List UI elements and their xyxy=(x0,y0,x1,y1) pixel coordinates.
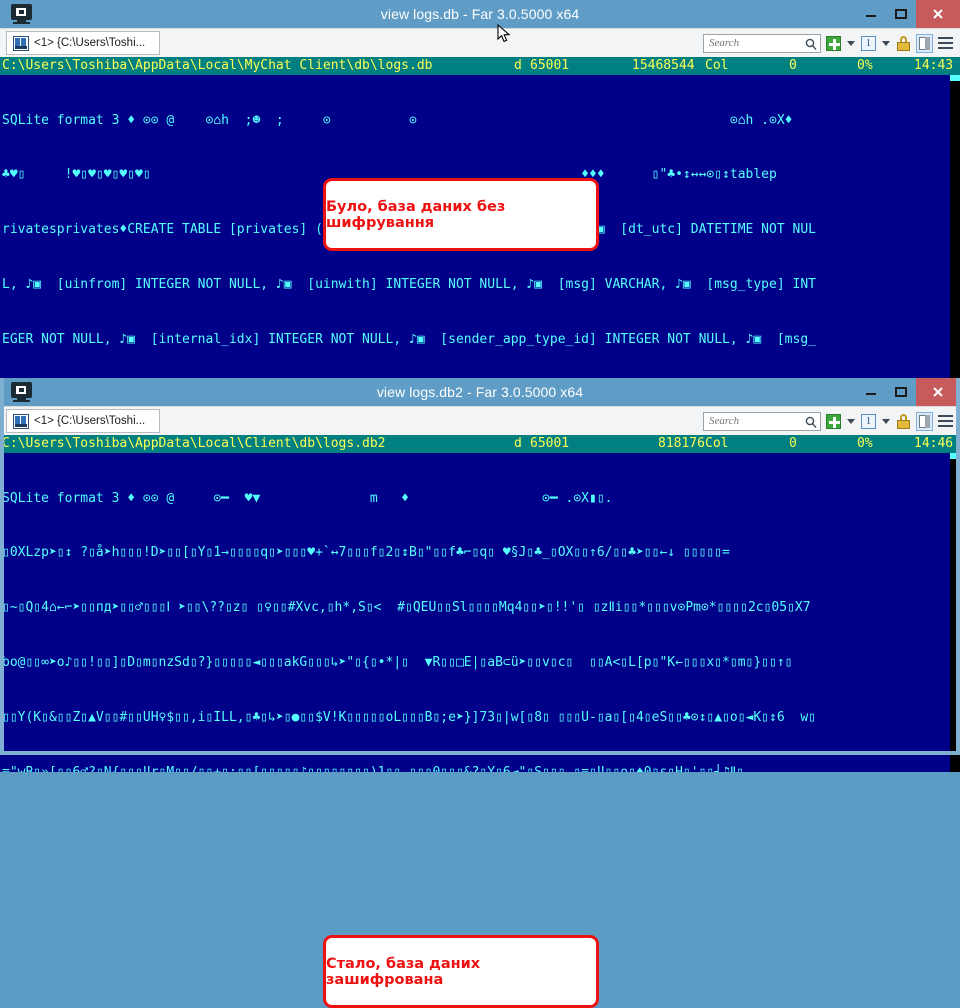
lock-button[interactable] xyxy=(895,413,912,430)
far-window-logs-db2: view logs.db2 - Far 3.0.5000 x64 <1> {C:… xyxy=(0,378,960,755)
viewer-line: bo@▯▯∞➤o♪▯▯!▯▯]▯D▯m▯nzSd▯?}▯▯▯▯▯◄▯▯▯akG▯… xyxy=(2,654,960,672)
magnifier-icon xyxy=(805,416,817,434)
window-right-edge xyxy=(956,378,960,755)
plus-icon xyxy=(826,36,841,51)
status-file-path: C:\Users\Toshiba\AppData\Local\MyChat Cl… xyxy=(2,57,432,75)
view-number-button[interactable]: 1 xyxy=(860,413,877,430)
maximize-button[interactable] xyxy=(886,378,916,406)
status-percent: 0% xyxy=(857,435,873,453)
minimize-button[interactable] xyxy=(856,0,886,28)
status-col-label: Col xyxy=(705,57,728,75)
add-button[interactable] xyxy=(825,413,842,430)
window-title: view logs.db - Far 3.0.5000 x64 xyxy=(0,6,960,22)
viewer-line: EGER NOT NULL, ♪▣ [internal_idx] INTEGER… xyxy=(2,331,960,349)
close-button[interactable] xyxy=(916,0,960,28)
lock-icon xyxy=(897,414,910,429)
window-titlebar: view logs.db2 - Far 3.0.5000 x64 xyxy=(0,378,960,406)
window-controls xyxy=(856,378,960,406)
viewer-line: ▯~▯Q▯4⌂←⌐➤▯▯пд➤▯▯♂▯▯▯Ⅰ ➤▯▯\??▯z▯ ▯♀▯▯#Xv… xyxy=(2,599,960,617)
status-col-value: 0 xyxy=(789,57,797,75)
menu-button[interactable] xyxy=(937,35,954,52)
lock-button[interactable] xyxy=(895,35,912,52)
search-input[interactable] xyxy=(707,36,807,50)
panel-layout-icon xyxy=(916,34,933,53)
far-manager-icon xyxy=(11,4,32,24)
viewer-line: SQLite format 3 ♦ ⊙⊙ @ ⊙⌂h ;☻ ; ⊙ ⊙ ⊙⌂h … xyxy=(2,112,960,130)
annotation-callout-encrypted: Стало, база даних зашифрована xyxy=(323,935,599,1008)
status-col-value: 0 xyxy=(789,435,797,453)
viewer-line: ▯0XLzp➤▯↕ ?▯å➤h▯▯▯!D➤▯▯[▯Y▯1→▯▯▯▯q▯➤▯▯▯♥… xyxy=(2,544,960,562)
magnifier-icon xyxy=(805,38,817,56)
menu-button[interactable] xyxy=(937,413,954,430)
status-file-size: 15468544 xyxy=(632,57,695,75)
panels-icon xyxy=(13,414,29,429)
viewer-toolbar: <1> {C:\Users\Toshi... 1 xyxy=(0,28,960,57)
plus-icon xyxy=(826,414,841,429)
search-box[interactable] xyxy=(703,412,821,431)
panel-layout-button[interactable] xyxy=(916,35,933,52)
panel-layout-icon xyxy=(916,412,933,431)
close-button[interactable] xyxy=(916,378,960,406)
viewer-text-rows: SQLite format 3 ♦ ⊙⊙ @ ⊙━ ♥▼ m ♦ ⊙━ .⊙X▮… xyxy=(0,453,960,772)
annotation-text: Було, база даних без шифрування xyxy=(326,199,596,231)
status-percent: 0% xyxy=(857,57,873,75)
viewer-toolbar: <1> {C:\Users\Toshi... 1 xyxy=(0,406,960,435)
window-titlebar: view logs.db - Far 3.0.5000 x64 xyxy=(0,0,960,28)
viewer-status-line: C:\Users\Toshiba\AppData\Local\MyChat Cl… xyxy=(0,57,960,75)
window-left-edge xyxy=(0,378,4,755)
viewer-content-area[interactable]: SQLite format 3 ♦ ⊙⊙ @ ⊙━ ♥▼ m ♦ ⊙━ .⊙X▮… xyxy=(0,453,960,772)
viewer-line: SQLite format 3 ♦ ⊙⊙ @ ⊙━ ♥▼ m ♦ ⊙━ .⊙X▮… xyxy=(2,490,960,508)
view-number-label: 1 xyxy=(861,414,876,429)
view-dropdown-chevron-down-icon[interactable] xyxy=(882,41,890,46)
viewer-line: L, ♪▣ [uinfrom] INTEGER NOT NULL, ♪▣ [ui… xyxy=(2,276,960,294)
status-codepage: 65001 xyxy=(530,435,569,453)
status-file-path: C:\Users\Toshiba\AppData\Local\Client\db… xyxy=(2,435,386,453)
search-input[interactable] xyxy=(707,414,807,428)
far-window-logs-db: view logs.db - Far 3.0.5000 x64 <1> {C:\… xyxy=(0,0,960,378)
viewer-tab-label: <1> {C:\Users\Toshi... xyxy=(34,37,145,49)
add-dropdown-chevron-down-icon[interactable] xyxy=(847,419,855,424)
add-dropdown-chevron-down-icon[interactable] xyxy=(847,41,855,46)
search-box[interactable] xyxy=(703,34,821,53)
scrollbar-thumb[interactable] xyxy=(950,75,960,81)
toolbar-right-group: 1 xyxy=(703,407,954,435)
status-time: 14:43 xyxy=(914,57,953,75)
annotation-callout-unencrypted: Було, база даних без шифрування xyxy=(323,178,599,251)
viewer-tab-button[interactable]: <1> {C:\Users\Toshi... xyxy=(6,409,160,433)
maximize-button[interactable] xyxy=(886,0,916,28)
panels-icon xyxy=(13,36,29,51)
viewer-scrollbar[interactable] xyxy=(950,75,960,395)
add-button[interactable] xyxy=(825,35,842,52)
viewer-line: ▯▯Y(K▯&▯▯Z▯▲V▯▯#▯▯UH♀$▯▯,i▯ILL,▯♣▯↳➤▯●▯▯… xyxy=(2,709,960,727)
status-time: 14:46 xyxy=(914,435,953,453)
view-number-button[interactable]: 1 xyxy=(860,35,877,52)
view-number-label: 1 xyxy=(861,36,876,51)
far-manager-icon xyxy=(11,382,32,402)
viewer-tab-button[interactable]: <1> {C:\Users\Toshi... xyxy=(6,31,160,55)
panel-layout-button[interactable] xyxy=(916,413,933,430)
status-mode: d xyxy=(514,435,522,453)
hamburger-menu-icon xyxy=(938,37,953,49)
status-file-size: 818176 xyxy=(658,435,705,453)
desktop-bottom-strip xyxy=(0,751,960,755)
viewer-tab-label: <1> {C:\Users\Toshi... xyxy=(34,415,145,427)
window-title: view logs.db2 - Far 3.0.5000 x64 xyxy=(0,384,960,400)
viewer-line: ≡"wB▯»[▯▯6♂?▯N{▯▯▯‼r▯M▯▯/▯▯+▯:▯▯[▯▯▯▯▯♪▯… xyxy=(2,764,960,772)
hamburger-menu-icon xyxy=(938,415,953,427)
status-codepage: 65001 xyxy=(530,57,569,75)
view-dropdown-chevron-down-icon[interactable] xyxy=(882,419,890,424)
annotation-text: Стало, база даних зашифрована xyxy=(326,956,596,988)
status-mode: d xyxy=(514,57,522,75)
window-controls xyxy=(856,0,960,28)
toolbar-right-group: 1 xyxy=(703,29,954,57)
status-col-label: Col xyxy=(705,435,728,453)
viewer-status-line: C:\Users\Toshiba\AppData\Local\Client\db… xyxy=(0,435,960,453)
minimize-button[interactable] xyxy=(856,378,886,406)
lock-icon xyxy=(897,36,910,51)
